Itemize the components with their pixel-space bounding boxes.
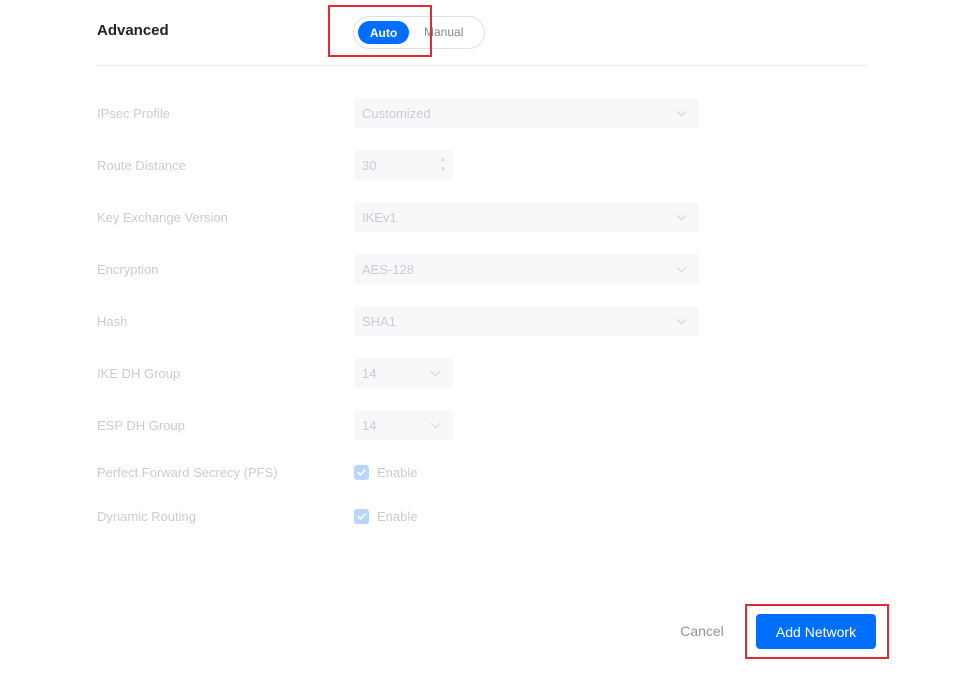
ipsec-profile-label: IPsec Profile [97, 106, 170, 121]
add-network-button[interactable]: Add Network [756, 614, 876, 649]
advanced-settings-page: Advanced Auto Manual IPsec Profile Custo… [0, 0, 966, 679]
chevron-down-icon [676, 262, 687, 273]
key-exchange-version-select[interactable]: IKEv1 [354, 202, 699, 232]
hash-value: SHA1 [362, 313, 396, 329]
key-exchange-version-value: IKEv1 [362, 209, 397, 225]
check-icon [357, 469, 366, 476]
pfs-checkbox-row[interactable]: Enable [354, 465, 417, 480]
section-title-advanced: Advanced [97, 22, 169, 39]
esp-dh-group-label: ESP DH Group [97, 418, 185, 433]
hash-select[interactable]: SHA1 [354, 306, 699, 336]
encryption-value: AES-128 [362, 261, 415, 277]
route-distance-value: 30 [362, 157, 377, 173]
mode-manual-button[interactable]: Manual [424, 25, 463, 39]
ike-dh-group-select[interactable]: 14 [354, 358, 453, 388]
stepper-arrows-icon[interactable]: ▲ ▼ [440, 155, 446, 175]
dynamic-routing-label: Dynamic Routing [97, 509, 196, 524]
ike-dh-group-label: IKE DH Group [97, 366, 181, 381]
dynamic-routing-checkbox[interactable] [354, 509, 369, 524]
chevron-down-icon [430, 418, 441, 429]
chevron-down-icon [676, 210, 687, 221]
encryption-label: Encryption [97, 262, 159, 277]
key-exchange-version-label: Key Exchange Version [97, 210, 228, 225]
dynamic-routing-checkbox-label: Enable [377, 509, 418, 524]
ike-dh-group-value: 14 [362, 365, 377, 381]
esp-dh-group-value: 14 [362, 417, 377, 433]
chevron-down-icon [676, 106, 687, 117]
encryption-select[interactable]: AES-128 [354, 254, 699, 284]
chevron-down-icon [430, 366, 441, 377]
chevron-down-icon [676, 314, 687, 325]
pfs-checkbox-label: Enable [377, 465, 418, 480]
pfs-checkbox[interactable] [354, 465, 369, 480]
route-distance-label: Route Distance [97, 158, 186, 173]
ipsec-profile-select[interactable]: Customized [354, 98, 699, 128]
check-icon [357, 513, 366, 520]
section-divider [97, 65, 867, 66]
cancel-button[interactable]: Cancel [672, 613, 732, 649]
dynamic-routing-checkbox-row[interactable]: Enable [354, 509, 417, 524]
mode-toggle: Auto Manual [353, 16, 485, 49]
mode-auto-button[interactable]: Auto [358, 21, 409, 44]
pfs-label: Perfect Forward Secrecy (PFS) [97, 465, 278, 480]
route-distance-input[interactable]: 30 ▲ ▼ [354, 150, 453, 180]
esp-dh-group-select[interactable]: 14 [354, 410, 453, 440]
hash-label: Hash [97, 314, 128, 329]
ipsec-profile-value: Customized [362, 105, 431, 121]
